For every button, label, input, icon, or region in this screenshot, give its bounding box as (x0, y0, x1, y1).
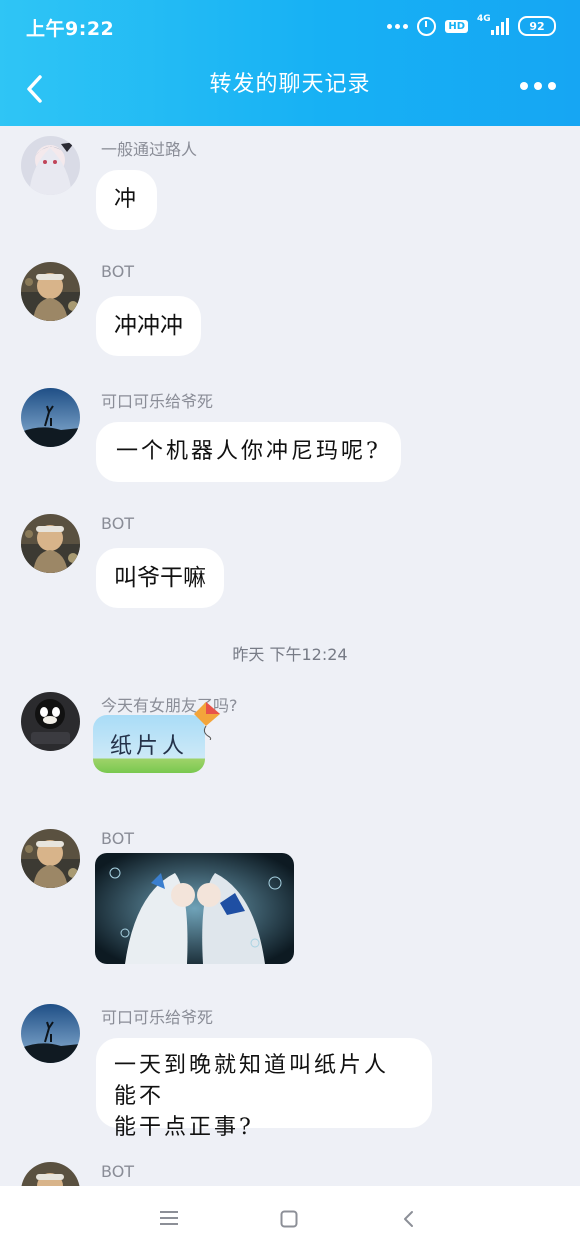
alarm-icon (417, 16, 437, 36)
chat-history[interactable]: 一般通过路人 冲 BOT 冲冲冲 可口可乐给爷死 一个机器人你冲尼玛呢? BOT… (0, 126, 580, 1186)
sender-name: 一般通过路人 (101, 140, 198, 159)
page-title: 转发的聊天记录 (209, 72, 371, 97)
nav-bar: 转发的聊天记录 (0, 52, 580, 126)
status-icons: HD 4G 92 (387, 14, 556, 38)
avatar[interactable] (21, 1004, 80, 1063)
sender-name: 可口可乐给爷死 (101, 1008, 214, 1027)
home-button[interactable] (280, 1210, 298, 1232)
avatar[interactable] (21, 692, 80, 751)
menu-button[interactable] (160, 1210, 178, 1230)
sender-name: BOT (101, 514, 135, 533)
system-back-button[interactable] (402, 1210, 416, 1232)
hd-badge: HD (445, 19, 468, 33)
kite-icon (194, 702, 220, 740)
network-type: 4G (477, 14, 491, 24)
menu-lines-icon (160, 1211, 178, 1225)
avatar[interactable] (21, 136, 80, 195)
message-text-line: 能干点正事? (114, 1115, 254, 1140)
avatar[interactable] (21, 514, 80, 573)
more-dots-icon (520, 82, 528, 90)
battery-level: 92 (529, 19, 545, 33)
message-bubble[interactable]: 一天到晚就知道叫纸片人 能不 能干点正事? (96, 1038, 432, 1140)
chevron-back-icon (404, 1211, 413, 1227)
message-bubble[interactable]: 冲冲冲 (96, 296, 201, 356)
more-button[interactable] (520, 82, 556, 90)
message-bubble[interactable]: 叫爷干嘛 (96, 548, 224, 608)
message-text: 纸片人 (109, 734, 188, 759)
avatar[interactable] (21, 388, 80, 447)
avatar[interactable] (21, 262, 80, 321)
system-nav-bar (0, 1186, 580, 1257)
sender-name: BOT (101, 1162, 135, 1181)
status-time: 上午9:22 (26, 18, 115, 40)
signal-icon: 4G (477, 14, 509, 35)
square-home-icon (280, 1210, 298, 1228)
message-text-line: 一天到晚就知道叫纸片人 能不 (114, 1053, 390, 1109)
avatar[interactable] (21, 829, 80, 888)
message-bubble[interactable]: 冲 (96, 170, 158, 230)
notification-dots-icon (387, 23, 409, 29)
avatar[interactable] (21, 1162, 80, 1186)
sender-name: 可口可乐给爷死 (101, 392, 214, 411)
battery-icon: 92 (518, 16, 556, 36)
sender-name: BOT (101, 262, 135, 281)
status-bar: 上午9:22 HD 4G 92 (0, 0, 580, 52)
message-bubble[interactable]: 一个机器人你冲尼玛呢? (96, 422, 401, 482)
anime-girls-image[interactable] (95, 853, 294, 964)
timestamp-divider: 昨天 下午12:24 (232, 645, 348, 664)
sender-name: BOT (101, 829, 135, 848)
top-bar: 上午9:22 HD 4G 92 转发的聊天记录 (0, 0, 580, 126)
